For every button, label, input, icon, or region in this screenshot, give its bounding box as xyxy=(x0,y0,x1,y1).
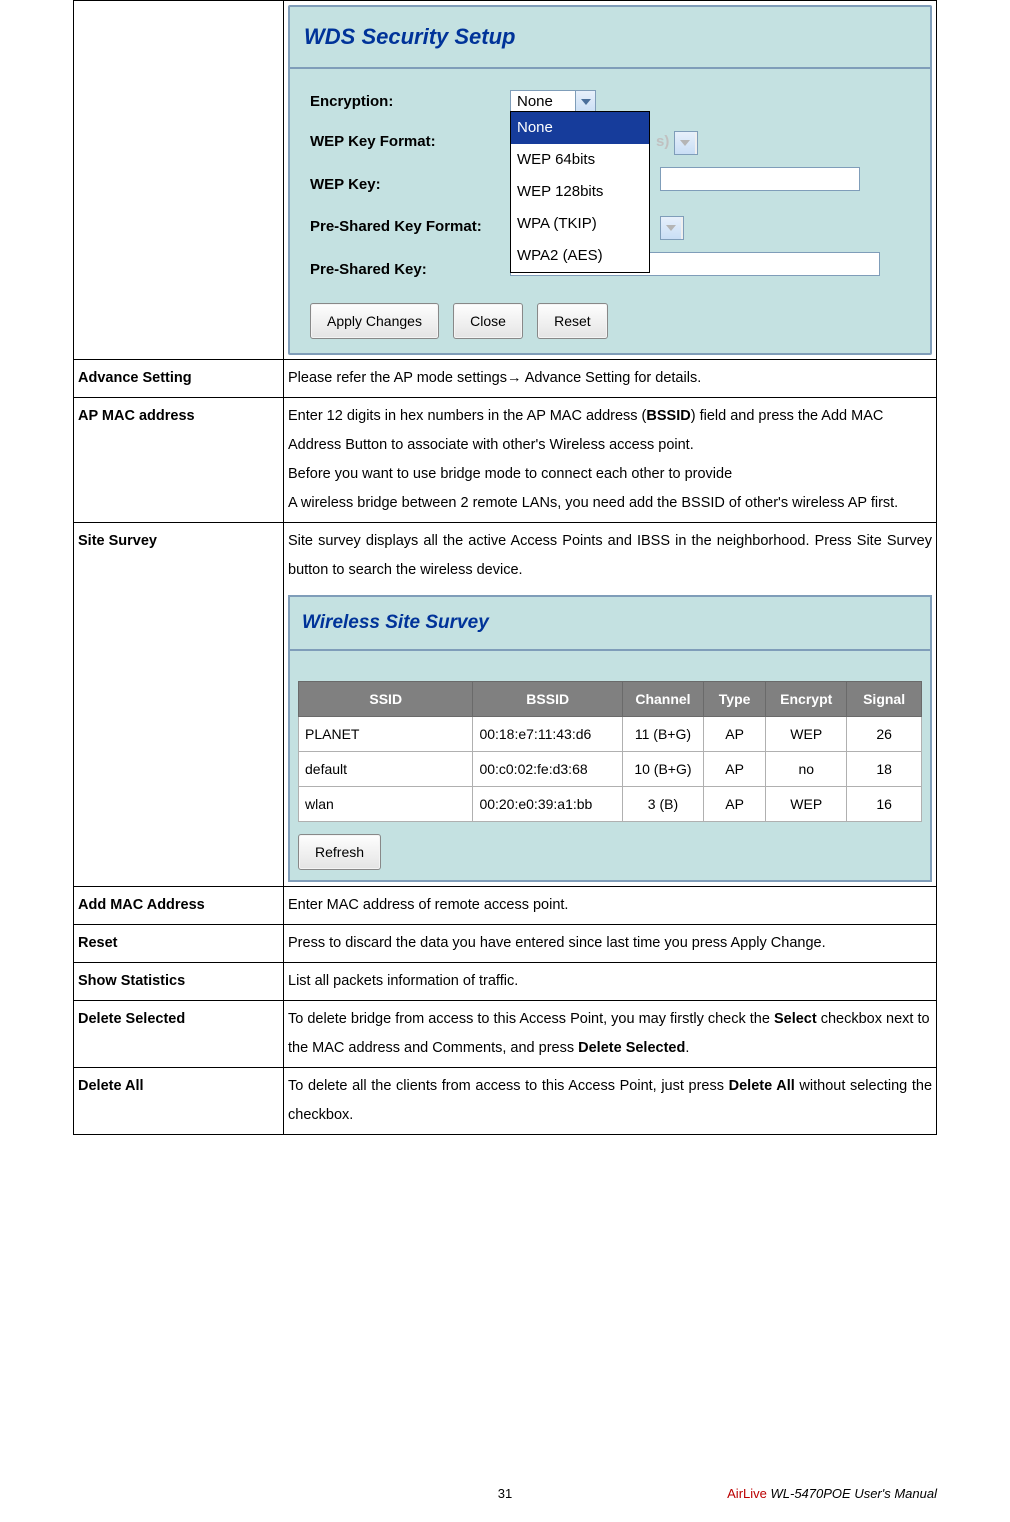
row-value: List all packets information of traffic. xyxy=(284,963,937,1001)
row-text: Before you want to use bridge mode to co… xyxy=(288,460,932,489)
row-text: Please refer the AP mode settings→ Advan… xyxy=(288,364,932,393)
product-name: WL-5470POE User's Manual xyxy=(771,1486,938,1501)
chevron-down-icon xyxy=(661,217,681,239)
row-label: Site Survey xyxy=(74,523,284,887)
row-label: AP MAC address xyxy=(74,398,284,523)
row-text: Press to discard the data you have enter… xyxy=(288,929,932,958)
row-label: Add MAC Address xyxy=(74,887,284,925)
table-row: PLANET 00:18:e7:11:43:d6 11 (B+G) AP WEP… xyxy=(299,717,922,752)
encryption-dropdown: None WEP 64bits WEP 128bits WPA (TKIP) W… xyxy=(510,111,650,273)
survey-header: Signal xyxy=(847,682,922,717)
encryption-option[interactable]: WEP 64bits xyxy=(511,144,649,176)
close-button[interactable]: Close xyxy=(453,303,523,339)
settings-table: WDS Security Setup Encryption: None xyxy=(73,0,937,1135)
row0-label xyxy=(74,1,284,360)
survey-header: Type xyxy=(703,682,765,717)
row-value: Press to discard the data you have enter… xyxy=(284,925,937,963)
chevron-down-icon xyxy=(575,91,595,113)
chevron-down-icon xyxy=(675,132,695,154)
psk-label: Pre-Shared Key: xyxy=(310,260,510,280)
row-value: Enter 12 digits in hex numbers in the AP… xyxy=(284,398,937,523)
wep-format-ghost: s) xyxy=(654,133,669,150)
row-value: To delete bridge from access to this Acc… xyxy=(284,1001,937,1068)
survey-header: BSSID xyxy=(473,682,623,717)
apply-changes-button[interactable]: Apply Changes xyxy=(310,303,439,339)
wep-format-label: WEP Key Format: xyxy=(310,132,510,152)
row-label: Delete Selected xyxy=(74,1001,284,1068)
row-label: Reset xyxy=(74,925,284,963)
psk-format-select xyxy=(660,216,684,240)
row-text: To delete bridge from access to this Acc… xyxy=(288,1005,932,1063)
wep-key-label: WEP Key: xyxy=(310,175,510,195)
wep-format-select xyxy=(674,131,698,155)
table-row: wlan 00:20:e0:39:a1:bb 3 (B) AP WEP 16 xyxy=(299,787,922,822)
survey-header: Encrypt xyxy=(766,682,847,717)
wds-title: WDS Security Setup xyxy=(290,7,930,69)
encryption-option[interactable]: WPA (TKIP) xyxy=(511,208,649,240)
row-label: Delete All xyxy=(74,1068,284,1135)
brand: AirLive xyxy=(727,1486,770,1501)
row-text: A wireless bridge between 2 remote LANs,… xyxy=(288,489,932,518)
reset-button[interactable]: Reset xyxy=(537,303,608,339)
row-label: Advance Setting xyxy=(74,360,284,398)
refresh-button[interactable]: Refresh xyxy=(298,834,381,870)
survey-header: Channel xyxy=(622,682,703,717)
encryption-option[interactable]: WPA2 (AES) xyxy=(511,240,649,272)
row-text: List all packets information of traffic. xyxy=(288,967,932,996)
site-survey-intro: Site survey displays all the active Acce… xyxy=(288,527,932,585)
row-value: Please refer the AP mode settings→ Advan… xyxy=(284,360,937,398)
encryption-option[interactable]: WEP 128bits xyxy=(511,176,649,208)
row0-value: WDS Security Setup Encryption: None xyxy=(284,1,937,360)
wds-security-panel: WDS Security Setup Encryption: None xyxy=(288,5,932,355)
site-survey-panel: Wireless Site Survey SSID BSSID Channel … xyxy=(288,595,932,882)
encryption-label: Encryption: xyxy=(310,92,510,112)
encryption-option[interactable]: None xyxy=(511,112,649,144)
psk-format-label: Pre-Shared Key Format: xyxy=(310,217,510,237)
row-text: Enter MAC address of remote access point… xyxy=(288,891,932,920)
row-value: Enter MAC address of remote access point… xyxy=(284,887,937,925)
row-label: Show Statistics xyxy=(74,963,284,1001)
row-value: Site survey displays all the active Acce… xyxy=(284,523,937,887)
wep-key-input[interactable] xyxy=(660,167,860,191)
site-survey-table: SSID BSSID Channel Type Encrypt Signal P… xyxy=(298,681,922,822)
row-text: To delete all the clients from access to… xyxy=(288,1072,932,1130)
survey-header: SSID xyxy=(299,682,473,717)
row-text: Enter 12 digits in hex numbers in the AP… xyxy=(288,402,932,460)
site-survey-title: Wireless Site Survey xyxy=(290,597,930,651)
table-row: default 00:c0:02:fe:d3:68 10 (B+G) AP no… xyxy=(299,752,922,787)
row-value: To delete all the clients from access to… xyxy=(284,1068,937,1135)
footer-right: AirLive WL-5470POE User's Manual xyxy=(727,1486,937,1501)
